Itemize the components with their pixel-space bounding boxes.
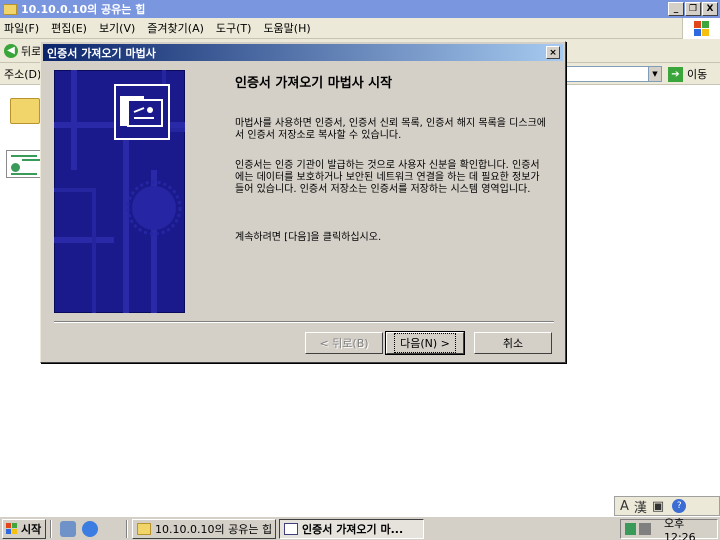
folder-item-icon[interactable] — [10, 98, 40, 124]
taskbar: 시작 10.10.0.10의 공유는 힙 인증서 가져오기 마... 오후 12… — [0, 516, 720, 540]
language-bar: A 漢 ▣ ? — [614, 496, 720, 516]
task-explorer[interactable]: 10.10.0.10의 공유는 힙 — [132, 519, 276, 539]
certificate-import-wizard: 인증서 가져오기 마법사 × 인증서 가져오기 마법사 시작 마법사를 사용하면… — [40, 41, 566, 363]
restore-button[interactable]: ❐ — [685, 2, 701, 16]
explorer-title: 10.10.0.10의 공유는 힙 — [21, 3, 146, 16]
cancel-button[interactable]: 취소 — [474, 332, 552, 354]
system-tray: 오후 12:26 — [620, 517, 718, 540]
menu-edit[interactable]: 편집(E) — [51, 20, 87, 36]
wizard-description-1: 마법사를 사용하면 인증서, 인증서 신뢰 목록, 인증서 해지 목록을 디스크… — [235, 118, 546, 141]
window-icon — [284, 523, 298, 535]
keyboard-icon[interactable] — [639, 523, 651, 535]
ime-a-icon[interactable]: A — [620, 499, 629, 514]
folder-icon — [3, 3, 17, 15]
dialog-title-bar[interactable]: 인증서 가져오기 마법사 × — [43, 44, 563, 61]
folder-icon — [137, 523, 151, 535]
menu-help[interactable]: 도움말(H) — [263, 20, 310, 36]
task-explorer-label: 10.10.0.10의 공유는 힙 — [155, 523, 273, 536]
internet-explorer-icon[interactable] — [82, 521, 98, 537]
task-certificate-wizard[interactable]: 인증서 가져오기 마... — [279, 519, 424, 539]
go-button[interactable]: ➔ 이동 — [668, 66, 707, 82]
wizard-banner-image — [54, 70, 185, 313]
button-separator — [54, 321, 554, 323]
dialog-close-button[interactable]: × — [546, 46, 560, 59]
address-input[interactable] — [560, 66, 662, 82]
help-icon[interactable]: ? — [672, 499, 687, 513]
back-button[interactable]: < 뒤로(B) — [305, 332, 383, 354]
ime-hanja-icon[interactable]: 漢 — [634, 497, 647, 516]
go-label: 이동 — [687, 68, 708, 81]
wizard-description-2: 인증서는 인증 기관이 발급하는 것으로 사용자 신분을 확인합니다. 인증서에… — [235, 160, 540, 195]
taskbar-divider — [50, 520, 52, 538]
certificate-file-icon[interactable] — [6, 150, 42, 178]
back-button-label[interactable]: 뒤로 — [21, 43, 41, 59]
go-arrow-icon: ➔ — [668, 66, 683, 82]
network-icon[interactable] — [625, 523, 637, 535]
taskbar-divider — [126, 520, 128, 538]
clock[interactable]: 오후 12:26 — [664, 515, 717, 540]
explorer-title-bar[interactable]: 10.10.0.10의 공유는 힙 _ ❐ X — [0, 0, 720, 18]
windows-logo-icon — [682, 18, 720, 39]
start-logo-icon — [6, 523, 18, 535]
explorer-menu-bar: 파일(F) 편집(E) 보기(V) 즐겨찾기(A) 도구(T) 도움말(H) — [0, 18, 720, 39]
address-label: 주소(D) — [4, 67, 42, 81]
next-button[interactable]: 다음(N) > — [385, 331, 465, 355]
start-label: 시작 — [21, 523, 42, 536]
show-desktop-icon[interactable] — [60, 521, 76, 537]
ime-settings-icon[interactable]: ▣ — [652, 499, 664, 514]
next-button-label: 다음(N) > — [394, 333, 456, 353]
back-arrow-icon[interactable]: ◀ — [4, 43, 18, 58]
close-button[interactable]: X — [702, 2, 718, 16]
wizard-continue-text: 계속하려면 [다음]을 클릭하십시오. — [235, 232, 382, 243]
address-dropdown-icon[interactable]: ▼ — [648, 66, 662, 82]
minimize-button[interactable]: _ — [668, 2, 684, 16]
menu-favorites[interactable]: 즐겨찾기(A) — [147, 20, 204, 36]
start-button[interactable]: 시작 — [2, 519, 46, 539]
task-wizard-label: 인증서 가져오기 마... — [302, 523, 404, 536]
dialog-title: 인증서 가져오기 마법사 — [47, 46, 156, 60]
menu-tools[interactable]: 도구(T) — [216, 20, 252, 36]
wizard-heading: 인증서 가져오기 마법사 시작 — [235, 76, 393, 91]
menu-view[interactable]: 보기(V) — [99, 20, 135, 36]
menu-file[interactable]: 파일(F) — [4, 20, 39, 36]
